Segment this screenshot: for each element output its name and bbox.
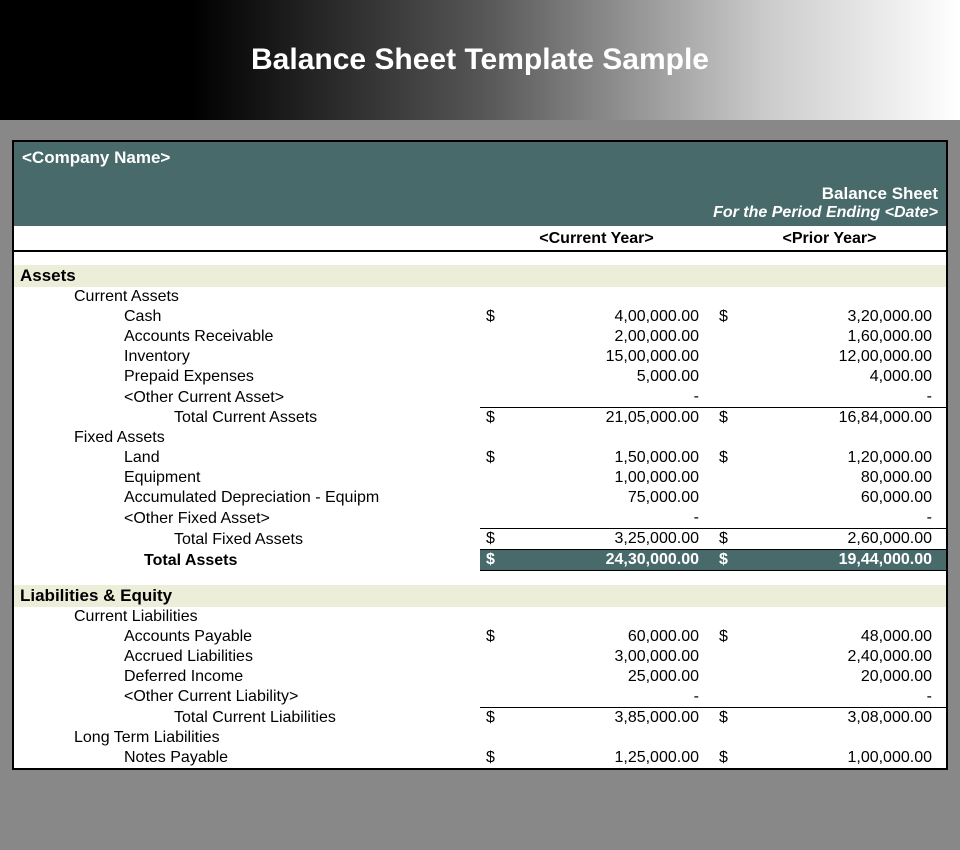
fixed-assets-title: Fixed Assets [14,428,946,448]
subsection-fixed-assets: Fixed Assets [14,428,946,448]
subsection-long-term-liabilities: Long Term Liabilities [14,728,946,748]
balance-sheet-label: Balance Sheet [22,184,938,204]
subsection-current-assets: Current Assets [14,287,946,307]
subtotal-fixed-assets: Total Fixed Assets $ 3,25,000.00 $ 2,60,… [14,529,946,550]
line-item: Notes Payable $ 1,25,000.00 $ 1,00,000.0… [14,748,946,768]
section-liabilities-equity: Liabilities & Equity [14,585,946,607]
line-item: Prepaid Expenses 5,000.00 4,000.00 [14,367,946,387]
current-assets-title: Current Assets [14,287,946,307]
section-assets: Assets [14,265,946,287]
line-item: Inventory 15,00,000.00 12,00,000.00 [14,347,946,367]
line-item: Accumulated Depreciation - Equipm 75,000… [14,488,946,508]
line-item: Equipment 1,00,000.00 80,000.00 [14,468,946,488]
prior-year-header: <Prior Year> [713,226,946,251]
line-item: Accrued Liabilities 3,00,000.00 2,40,000… [14,647,946,667]
line-item: <Other Current Liability> - - [14,687,946,708]
line-item: Cash $ 4,00,000.00 $ 3,20,000.00 [14,307,946,327]
line-item: <Other Fixed Asset> - - [14,508,946,529]
balance-sheet: <Company Name> Balance Sheet For the Per… [12,140,948,770]
sheet-header: <Company Name> Balance Sheet For the Per… [14,142,946,226]
line-item: <Other Current Asset> - - [14,387,946,408]
year-header-row: <Current Year> <Prior Year> [14,226,946,251]
line-item: Deferred Income 25,000.00 20,000.00 [14,667,946,687]
subtotal-current-liabilities: Total Current Liabilities $ 3,85,000.00 … [14,707,946,728]
long-term-liabilities-title: Long Term Liabilities [14,728,946,748]
subsection-current-liabilities: Current Liabilities [14,607,946,627]
period-ending: For the Period Ending <Date> [22,204,938,222]
current-liabilities-title: Current Liabilities [14,607,946,627]
subtotal-current-assets: Total Current Assets $ 21,05,000.00 $ 16… [14,408,946,429]
banner-title: Balance Sheet Template Sample [251,43,709,77]
banner: Balance Sheet Template Sample [0,0,960,120]
sheet-wrapper: <Company Name> Balance Sheet For the Per… [0,120,960,770]
line-item: Land $ 1,50,000.00 $ 1,20,000.00 [14,448,946,468]
line-item: Accounts Receivable 2,00,000.00 1,60,000… [14,327,946,347]
balance-sheet-table: <Current Year> <Prior Year> Assets Curre… [14,226,946,768]
section-assets-title: Assets [14,265,946,287]
company-name: <Company Name> [22,148,938,168]
current-year-header: <Current Year> [480,226,713,251]
line-item: Accounts Payable $ 60,000.00 $ 48,000.00 [14,627,946,647]
total-assets-row: Total Assets $ 24,30,000.00 $ 19,44,000.… [14,550,946,571]
section-liab-equity-title: Liabilities & Equity [14,585,946,607]
